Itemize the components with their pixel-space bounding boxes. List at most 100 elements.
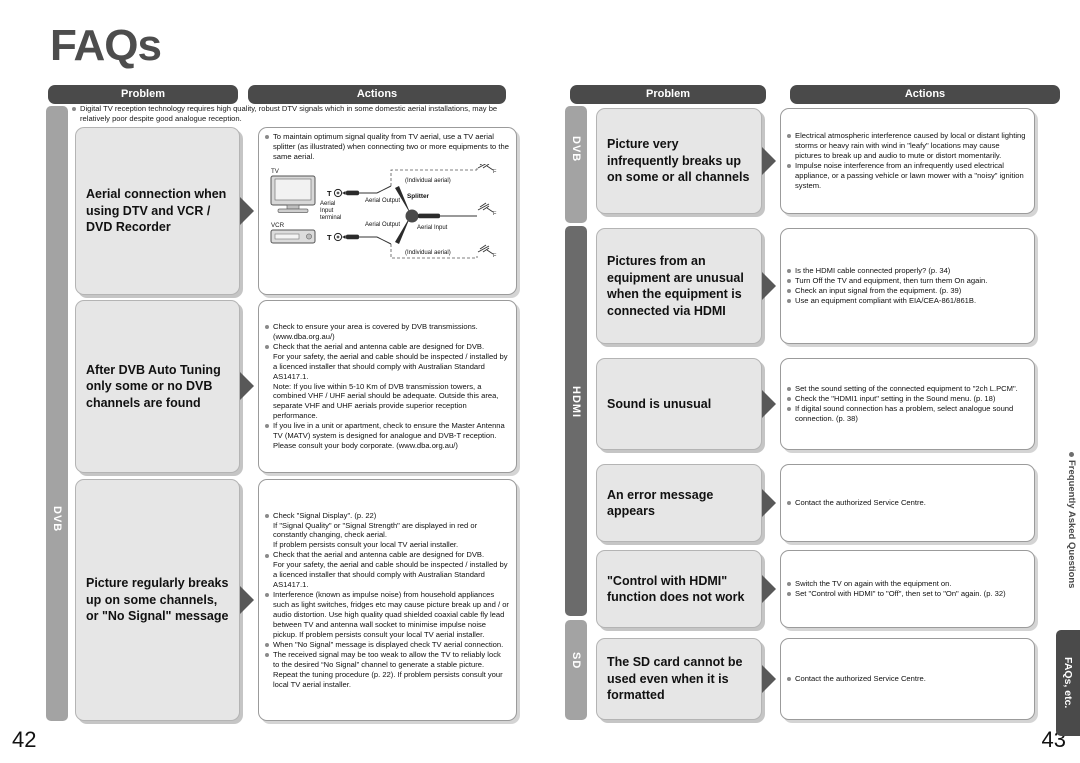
actions-bullet-list: To maintain optimum signal quality from … — [265, 132, 509, 162]
actions-cell: Contact the authorized Service Centre. — [780, 638, 1035, 720]
actions-content: Check "Signal Display". (p. 22) If "Signa… — [259, 507, 516, 694]
edge-bullet-icon — [1069, 452, 1074, 457]
actions-bullet-list: Check to ensure your area is covered by … — [265, 322, 509, 451]
category-bar-hdmi: HDMI — [565, 226, 587, 616]
problem-cell: "Control with HDMI" function does not wo… — [596, 550, 762, 628]
category-bar-dvb: DVB — [46, 106, 68, 721]
category-bar-sd-label: SD — [570, 652, 582, 670]
svg-text:T: T — [327, 189, 332, 198]
svg-text:F: F — [493, 211, 497, 217]
right-column-headers: Problem Actions — [570, 85, 1060, 105]
problem-text: Picture very infrequently breaks up on s… — [607, 137, 750, 185]
problem-text: An error message appears — [607, 487, 714, 519]
actions-cell: Electrical atmospheric interference caus… — [780, 108, 1035, 214]
edge-thumb-tab-label: FAQs, etc. — [1062, 657, 1074, 709]
list-item: If digital sound connection has a proble… — [787, 404, 1027, 424]
row-arrow-icon — [762, 272, 776, 300]
left-intro-note: Digital TV reception technology requires… — [72, 104, 512, 124]
category-bar-dvb-label: DVB — [51, 506, 63, 533]
list-item: Interference (known as impulse noise) fr… — [265, 590, 509, 640]
actions-content: Electrical atmospheric interference caus… — [781, 127, 1034, 195]
actions-bullet-list: Contact the authorized Service Centre. — [787, 498, 1027, 508]
problem-cell: Pictures from an equipment are unusual w… — [596, 228, 762, 344]
left-page: Problem Actions DVB Digital TV reception… — [0, 0, 540, 763]
column-header-actions: Actions — [790, 85, 1060, 105]
actions-bullet-list: Switch the TV on again with the equipmen… — [787, 579, 1027, 599]
actions-cell: Switch the TV on again with the equipmen… — [780, 550, 1035, 628]
svg-text:terminal: terminal — [320, 215, 341, 221]
problem-text: Sound is unusual — [607, 396, 712, 411]
problem-cell: Picture regularly breaks up on some chan… — [75, 479, 240, 721]
svg-text:Aerial: Aerial — [320, 201, 335, 207]
problem-text: Picture regularly breaks up on some chan… — [86, 576, 229, 624]
problem-text: Aerial connection when using DTV and VCR… — [86, 187, 227, 235]
diagram-vcr-label: VCR — [271, 222, 285, 229]
problem-cell: An error message appears — [596, 464, 762, 542]
right-page: Problem Actions DVB HDMI SD Picture very… — [540, 0, 1080, 763]
svg-text:T: T — [327, 233, 332, 242]
svg-text:F: F — [493, 253, 497, 259]
actions-content: Contact the authorized Service Centre. — [781, 670, 1034, 688]
list-item: Impulse noise interference from an infre… — [787, 161, 1027, 191]
problem-text: Pictures from an equipment are unusual w… — [607, 254, 744, 318]
actions-cell: To maintain optimum signal quality from … — [258, 127, 517, 295]
problem-text: The SD card cannot be used even when it … — [607, 655, 743, 703]
diagram-tv-label: TV — [271, 168, 280, 175]
list-item: Turn Off the TV and equipment, then turn… — [787, 276, 1027, 286]
edge-thumb-tab: FAQs, etc. — [1056, 630, 1080, 736]
edge-index-label: Frequently Asked Questions — [1066, 452, 1077, 588]
row-arrow-icon — [240, 372, 254, 400]
column-header-problem: Problem — [570, 85, 766, 105]
actions-content: Contact the authorized Service Centre. — [781, 494, 1034, 512]
svg-text:Input: Input — [320, 208, 334, 214]
actions-cell: Check "Signal Display". (p. 22) If "Signa… — [258, 479, 517, 721]
list-item: Set the sound setting of the connected e… — [787, 384, 1027, 394]
list-item: Check an input signal from the equipment… — [787, 286, 1027, 296]
actions-bullet-list: Contact the authorized Service Centre. — [787, 674, 1027, 684]
list-item: Set "Control with HDMI" to "Off", then s… — [787, 589, 1027, 599]
svg-text:Splitter: Splitter — [407, 193, 430, 200]
category-bar-dvb-label: DVB — [570, 136, 582, 163]
list-item: Check that the aerial and antenna cable … — [265, 550, 509, 590]
row-arrow-icon — [240, 197, 254, 225]
column-header-actions: Actions — [248, 85, 506, 105]
list-item: Check to ensure your area is covered by … — [265, 322, 509, 342]
list-item: Check "Signal Display". (p. 22) If "Signa… — [265, 511, 509, 551]
left-column-headers: Problem Actions — [48, 85, 506, 105]
problem-cell: Sound is unusual — [596, 358, 762, 450]
list-item: When "No Signal" message is displayed ch… — [265, 640, 509, 650]
list-item: If you live in a unit or apartment, chec… — [265, 421, 509, 451]
list-item: Contact the authorized Service Centre. — [787, 674, 1027, 684]
row-arrow-icon — [762, 575, 776, 603]
diagram-individual-aerial-top: (Individual aerial) — [405, 178, 451, 184]
row-arrow-icon — [762, 489, 776, 517]
problem-cell: The SD card cannot be used even when it … — [596, 638, 762, 720]
list-item: Contact the authorized Service Centre. — [787, 498, 1027, 508]
actions-content: Is the HDMI cable connected properly? (p… — [781, 262, 1034, 310]
actions-bullet-list: Check "Signal Display". (p. 22) If "Signa… — [265, 511, 509, 690]
category-bar-sd: SD — [565, 620, 587, 720]
list-item: To maintain optimum signal quality from … — [265, 132, 509, 162]
problem-cell: Picture very infrequently breaks up on s… — [596, 108, 762, 214]
row-arrow-icon — [762, 390, 776, 418]
actions-content: To maintain optimum signal quality from … — [259, 128, 516, 272]
actions-cell: Set the sound setting of the connected e… — [780, 358, 1035, 450]
list-item: Check the "HDMI1 input" setting in the S… — [787, 394, 1027, 404]
category-bar-hdmi-label: HDMI — [570, 386, 582, 419]
list-item: Check that the aerial and antenna cable … — [265, 342, 509, 422]
svg-text:Aerial Output: Aerial Output — [365, 198, 400, 204]
left-intro-note-text: Digital TV reception technology requires… — [72, 104, 512, 124]
actions-cell: Is the HDMI cable connected properly? (p… — [780, 228, 1035, 344]
problem-cell: Aerial connection when using DTV and VCR… — [75, 127, 240, 295]
category-bar-dvb: DVB — [565, 106, 587, 223]
column-header-problem: Problem — [48, 85, 238, 105]
actions-bullet-list: Electrical atmospheric interference caus… — [787, 131, 1027, 191]
svg-text:F: F — [493, 169, 497, 175]
svg-text:Aerial Output: Aerial Output — [365, 222, 400, 228]
row-arrow-icon — [240, 586, 254, 614]
row-arrow-icon — [762, 147, 776, 175]
list-item: Use an equipment compliant with EIA/CEA-… — [787, 296, 1027, 306]
actions-content: Check to ensure your area is covered by … — [259, 318, 516, 455]
actions-cell: Contact the authorized Service Centre. — [780, 464, 1035, 542]
aerial-connection-diagram: TV VCR T T Aerial Input terminal Aerial … — [265, 163, 509, 268]
